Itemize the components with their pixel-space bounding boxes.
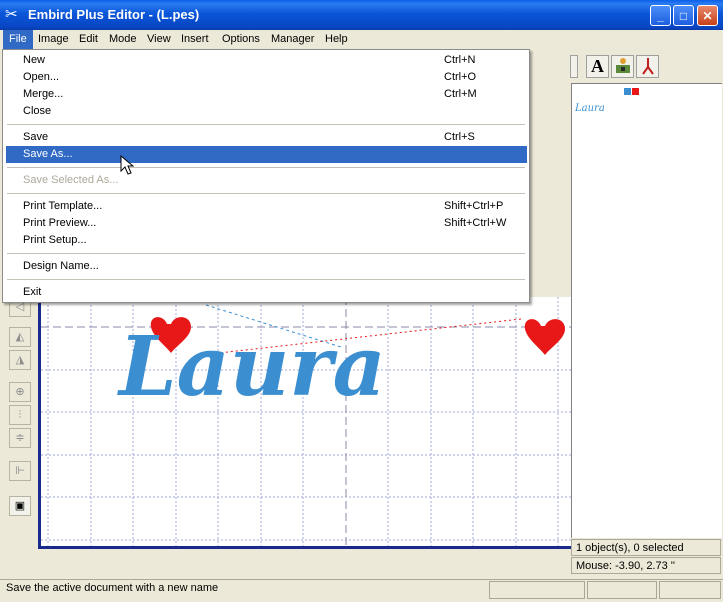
menu-help[interactable]: Help	[319, 30, 354, 49]
maximize-icon: □	[679, 9, 688, 23]
mouse-cursor-icon	[120, 155, 135, 175]
scissors-icon[interactable]	[636, 55, 659, 78]
menu-print-template[interactable]: Print Template... Shift+Ctrl+P	[6, 198, 527, 215]
menu-image[interactable]: Image	[32, 30, 75, 49]
menu-edit[interactable]: Edit	[73, 30, 104, 49]
menu-view[interactable]: View	[141, 30, 177, 49]
menu-new[interactable]: New Ctrl+N	[6, 52, 527, 69]
menu-manager[interactable]: Manager	[265, 30, 320, 49]
menu-print-setup[interactable]: Print Setup...	[6, 232, 527, 249]
menu-exit[interactable]: Exit	[6, 284, 527, 301]
left-toolbar: ◁ ◭ ◮ ⊕ ⫶ ≑ ⊩ ▣	[3, 297, 35, 539]
menu-bar: File Image Edit Mode View Insert Options…	[0, 30, 723, 49]
minimize-button[interactable]: _	[650, 5, 671, 26]
preview-pane[interactable]: Laura	[571, 83, 722, 538]
menu-save-as[interactable]: Save As...	[6, 146, 527, 163]
status-objects: 1 object(s), 0 selected	[571, 539, 721, 556]
maximize-button[interactable]: □	[673, 5, 694, 26]
heart-right	[524, 319, 565, 355]
window-title: Embird Plus Editor - (L.pes)	[28, 7, 200, 22]
tool-mirror-horizontal[interactable]: ◭	[9, 327, 31, 347]
design-lettering: Laura	[117, 319, 386, 415]
file-menu: New Ctrl+N Open... Ctrl+O Merge... Ctrl+M C…	[2, 49, 530, 303]
status-message: Save the active document with a new name	[6, 582, 219, 594]
menu-save[interactable]: Save Ctrl+S	[6, 129, 527, 146]
status-mouse: Mouse: -3.90, 2.73 ''	[571, 557, 721, 574]
close-button[interactable]: ✕	[697, 5, 718, 26]
menu-insert[interactable]: Insert	[175, 30, 215, 49]
preview-thumbnail: Laura	[575, 103, 605, 114]
design-canvas[interactable]: Laura	[38, 297, 571, 549]
menu-print-preview[interactable]: Print Preview... Shift+Ctrl+W	[6, 215, 527, 232]
menu-open[interactable]: Open... Ctrl+O	[6, 69, 527, 86]
menu-save-selected-as[interactable]: Save Selected As...	[6, 172, 527, 189]
app-icon[interactable]: ✂	[5, 6, 23, 24]
text-tool-icon[interactable]: A	[586, 55, 609, 78]
tool-align-horizontal[interactable]: ⫶	[9, 405, 31, 425]
menu-merge[interactable]: Merge... Ctrl+M	[6, 86, 527, 103]
menu-design-name[interactable]: Design Name...	[6, 258, 527, 275]
tool-center[interactable]: ⊕	[9, 382, 31, 402]
thread-color-blue	[624, 88, 631, 95]
toolbar-edge	[570, 55, 578, 78]
minimize-icon: _	[657, 9, 664, 23]
menu-separator	[7, 167, 525, 168]
menu-file[interactable]: File	[3, 30, 33, 49]
menu-separator	[7, 253, 525, 254]
menu-options[interactable]: Options	[216, 30, 266, 49]
status-panel	[489, 581, 585, 599]
canvas-drawing: Laura	[41, 297, 571, 546]
menu-separator	[7, 193, 525, 194]
object-toolbar: A	[530, 52, 723, 82]
menu-separator	[7, 279, 525, 280]
thread-color-red	[632, 88, 639, 95]
menu-close[interactable]: Close	[6, 103, 527, 120]
tool-distribute[interactable]: ⊩	[9, 461, 31, 481]
status-panel	[659, 581, 721, 599]
embroidery-machine-icon[interactable]	[611, 55, 634, 78]
tool-mirror-vertical[interactable]: ◮	[9, 350, 31, 370]
title-bar: ✂ Embird Plus Editor - (L.pes) _ □ ✕	[0, 0, 723, 30]
tool-frame[interactable]: ▣	[9, 496, 31, 516]
close-icon: ✕	[702, 9, 713, 23]
status-panel	[587, 581, 657, 599]
menu-mode[interactable]: Mode	[103, 30, 143, 49]
menu-separator	[7, 124, 525, 125]
tool-align-vertical[interactable]: ≑	[9, 428, 31, 448]
